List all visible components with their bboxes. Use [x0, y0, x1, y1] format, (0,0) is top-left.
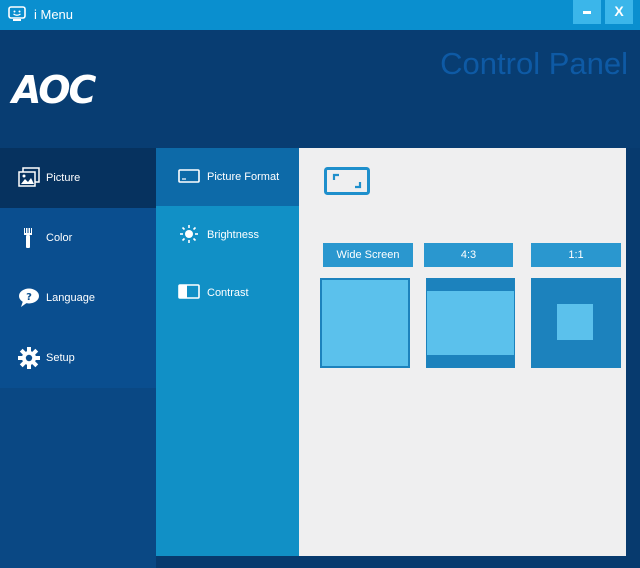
close-button[interactable]: X [605, 0, 633, 24]
nav-item-color[interactable]: Color [0, 208, 156, 268]
aoc-logo: AOC [12, 68, 96, 112]
subnav-label-contrast: Contrast [207, 287, 249, 299]
sub-nav: Picture Format Brightness Contrast [156, 148, 299, 556]
nav-label-language: Language [46, 292, 95, 304]
subnav-item-picture-format[interactable]: Picture Format [156, 148, 299, 206]
nav-item-setup[interactable]: Setup [0, 328, 156, 388]
picture-icon [18, 167, 40, 187]
header: AOC Control Panel [0, 30, 640, 148]
wide-screen-button[interactable]: Wide Screen [323, 243, 413, 267]
title-bar: i Menu X [0, 0, 640, 30]
nav-label-picture: Picture [46, 172, 81, 184]
minimize-button[interactable] [573, 0, 601, 24]
ratio-1-1-preview[interactable] [531, 278, 621, 368]
gear-icon [18, 347, 40, 369]
nav-label-color: Color [46, 232, 73, 244]
content-right-border [626, 148, 640, 556]
subnav-item-contrast[interactable]: Contrast [156, 264, 299, 322]
main-nav: Picture Color ? Language Setup [0, 148, 156, 388]
nav-item-language[interactable]: ? Language [0, 268, 156, 328]
wide-screen-preview[interactable] [320, 278, 410, 368]
ratio-4-3-preview[interactable] [426, 278, 515, 368]
sun-icon [180, 225, 198, 243]
picture-format-icon [178, 169, 200, 183]
language-bubble-icon: ? [19, 288, 39, 307]
subnav-item-brightness[interactable]: Brightness [156, 206, 299, 264]
control-panel-title: Control Panel [440, 46, 628, 81]
nav-label-setup: Setup [46, 352, 75, 364]
subnav-label-brightness: Brightness [207, 229, 259, 241]
main-nav-filler [0, 388, 156, 568]
subnav-label-picture-format: Picture Format [207, 171, 280, 183]
window-title: i Menu [34, 7, 74, 22]
content-bottom-border [156, 556, 640, 568]
ratio-4-3-button[interactable]: 4:3 [424, 243, 513, 267]
ratio-1-1-button[interactable]: 1:1 [531, 243, 621, 267]
content-panel: Wide Screen 4:3 1:1 [299, 148, 626, 556]
app-monitor-icon [8, 6, 26, 21]
svg-text:?: ? [26, 292, 32, 303]
aspect-ratio-icon [324, 167, 370, 195]
contrast-icon [178, 284, 200, 299]
nav-item-picture[interactable]: Picture [0, 148, 156, 208]
color-brush-icon [24, 228, 32, 248]
app-window: i Menu X AOC Control Panel Picture Color… [0, 0, 640, 568]
